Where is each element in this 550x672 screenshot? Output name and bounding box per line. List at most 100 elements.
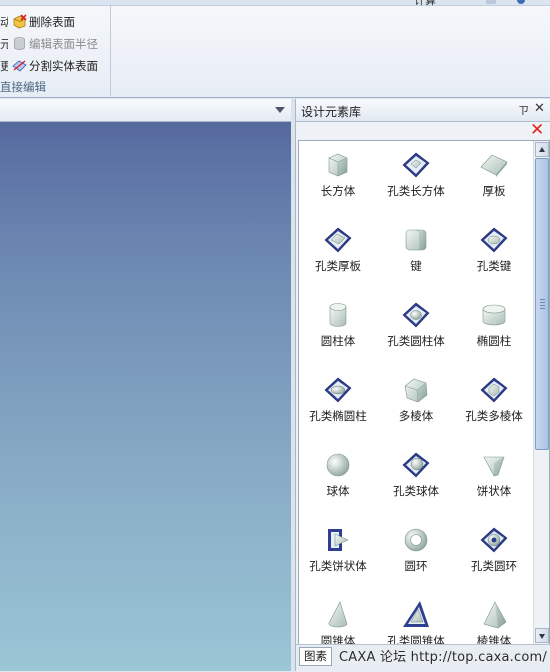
delete-face-icon	[12, 14, 27, 29]
document-tab-bar	[0, 99, 291, 122]
element-label: 球体	[326, 484, 350, 498]
design-element-library-panel: 设计元素库 ㄗ ✕ ✕ 长方体 孔类长方体 厚板 孔类厚板 键 孔类键 圆柱体 …	[295, 99, 550, 672]
element-list: 长方体 孔类长方体 厚板 孔类厚板 键 孔类键 圆柱体 孔类圆柱体 椭圆柱 孔类…	[298, 140, 550, 646]
hole-polyprism-icon	[480, 377, 508, 403]
pie-solid-icon	[483, 456, 505, 477]
minimize-ribbon-icon[interactable]	[486, 0, 496, 4]
panel-toolbar: ✕	[296, 121, 550, 140]
3d-viewport[interactable]	[0, 122, 291, 671]
panel-title: 设计元素库	[301, 105, 362, 119]
pin-icon[interactable]: ㄗ	[518, 102, 529, 118]
element-label: 孔类键	[476, 259, 512, 273]
grip-line	[540, 302, 545, 303]
element-label: 孔类球体	[393, 484, 439, 498]
cone-icon	[328, 601, 348, 628]
element-label: 圆环	[404, 559, 428, 573]
torus-icon	[404, 528, 428, 552]
scroll-down-button[interactable]	[535, 628, 549, 643]
element-item[interactable]: 键	[377, 220, 455, 295]
dropdown-arrow-icon[interactable]	[275, 107, 285, 113]
scroll-up-button[interactable]	[535, 142, 549, 157]
split-solid-face-button[interactable]: 更 分割实体表面	[0, 56, 98, 76]
element-label: 孔类饼状体	[309, 559, 367, 573]
cut-off-label: 更	[0, 59, 8, 73]
element-label: 孔类厚板	[315, 259, 361, 273]
direct-edit-group: 动 删除表面 元 编辑表面半径 更 分割实体表面 直接编辑	[0, 5, 111, 96]
slab-icon	[480, 154, 508, 177]
element-label: 键	[410, 259, 422, 273]
element-item[interactable]: 圆柱体	[299, 295, 377, 370]
vertical-scrollbar[interactable]	[533, 141, 549, 645]
element-label: 多棱体	[398, 409, 434, 423]
panel-bottom-bar: 图素 CAXA 论坛 http://top.caxa.com/	[296, 644, 550, 672]
hole-sphere-icon	[402, 452, 430, 478]
sphere-icon	[326, 453, 350, 477]
element-label: 椭圆柱	[476, 334, 512, 348]
watermark: CAXA 论坛 http://top.caxa.com/	[339, 650, 547, 665]
cuboid-icon	[328, 153, 348, 177]
grip-line	[540, 299, 545, 300]
document-pane	[0, 99, 291, 671]
scroll-thumb[interactable]	[535, 158, 549, 450]
ribbon-tab-fragment[interactable]: 计算	[414, 0, 436, 8]
element-item[interactable]: 孔类圆锥体	[377, 595, 455, 645]
element-label: 饼状体	[476, 484, 512, 498]
elliptic-cylinder-icon	[482, 304, 506, 326]
element-item[interactable]: 棱锥体	[455, 595, 533, 645]
key-icon	[405, 229, 427, 251]
element-item[interactable]: 孔类厚板	[299, 220, 377, 295]
grip-line	[540, 308, 545, 309]
element-label: 孔类椭圆柱	[309, 409, 367, 423]
hole-cuboid-icon	[402, 152, 430, 178]
grip-line	[540, 305, 545, 306]
element-label: 孔类多棱体	[465, 409, 523, 423]
hole-cylinder-icon	[402, 302, 430, 328]
element-item[interactable]: 圆环	[377, 520, 455, 595]
pyramid-icon	[483, 601, 507, 629]
close-panel-icon[interactable]: ✕	[534, 101, 545, 116]
ribbon: 计算 动 删除表面 元 编辑表面半径 更 分割实体表面 直接编辑	[0, 0, 550, 98]
element-item[interactable]: 多棱体	[377, 370, 455, 445]
element-item[interactable]: 椭圆柱	[455, 295, 533, 370]
element-label: 圆柱体	[320, 334, 356, 348]
element-item[interactable]: 孔类多棱体	[455, 370, 533, 445]
element-label: 长方体	[320, 184, 356, 198]
delete-face-label: 删除表面	[29, 15, 75, 29]
split-solid-face-icon	[12, 58, 27, 73]
edit-face-radius-button[interactable]: 元 编辑表面半径	[0, 34, 98, 54]
hole-key-icon	[480, 227, 508, 253]
element-label: 孔类圆柱体	[387, 334, 445, 348]
element-item[interactable]: 孔类圆柱体	[377, 295, 455, 370]
split-solid-face-label: 分割实体表面	[29, 59, 98, 73]
panel-title-bar: 设计元素库 ㄗ ✕	[296, 99, 550, 122]
element-item[interactable]: 厚板	[455, 145, 533, 220]
element-label: 孔类圆环	[471, 559, 517, 573]
element-item[interactable]: 孔类饼状体	[299, 520, 377, 595]
delete-element-icon[interactable]: ✕	[530, 122, 544, 139]
delete-face-button[interactable]: 动 删除表面	[0, 12, 75, 32]
edit-face-radius-label: 编辑表面半径	[29, 37, 98, 51]
tab-elements[interactable]: 图素	[299, 647, 332, 666]
hole-cone-icon	[403, 601, 429, 627]
element-item[interactable]: 孔类圆环	[455, 520, 533, 595]
element-item[interactable]: 饼状体	[455, 445, 533, 520]
element-item[interactable]: 孔类球体	[377, 445, 455, 520]
cylinder-icon	[329, 303, 347, 327]
element-item[interactable]: 孔类长方体	[377, 145, 455, 220]
element-item[interactable]: 孔类椭圆柱	[299, 370, 377, 445]
hole-torus-icon	[480, 527, 508, 553]
help-icon[interactable]	[517, 0, 525, 4]
cut-off-label: 动	[0, 15, 8, 29]
element-label: 厚板	[482, 184, 506, 198]
element-label: 孔类长方体	[387, 184, 445, 198]
element-item[interactable]: 球体	[299, 445, 377, 520]
element-item[interactable]: 孔类键	[455, 220, 533, 295]
element-item[interactable]: 长方体	[299, 145, 377, 220]
hole-elliptic-cylinder-icon	[324, 377, 352, 403]
hole-pie-solid-icon	[328, 529, 349, 551]
edit-face-radius-icon	[12, 36, 27, 51]
element-item[interactable]: 圆锥体	[299, 595, 377, 645]
polyprism-icon	[404, 378, 428, 403]
group-label: 直接编辑	[0, 80, 46, 94]
hole-slab-icon	[324, 227, 352, 253]
